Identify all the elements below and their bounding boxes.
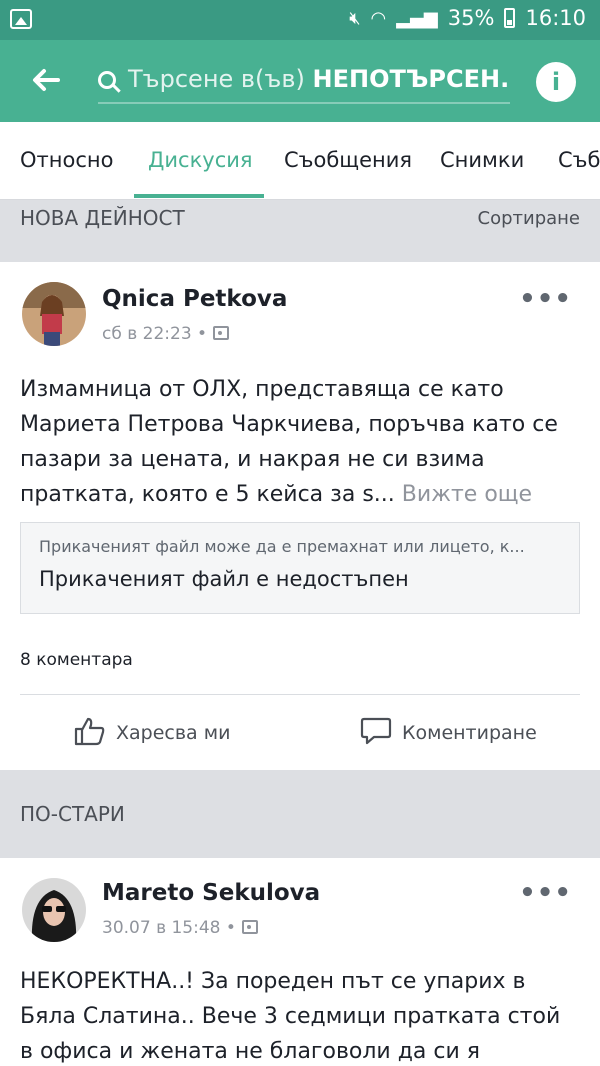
new-activity-header: НОВА ДЕЙНОСТ Сортиране [0, 200, 600, 262]
search-placeholder: Търсене в(ъв) [128, 65, 305, 93]
signal-icon: ▂▄▆ [396, 7, 438, 29]
group-audience-icon [241, 920, 258, 934]
see-more-link[interactable]: Вижте още [402, 482, 532, 507]
older-posts-title: ПО-СТАРИ [20, 802, 125, 826]
post-card: Qnica Petkova сб в 22:23 • ••• Измамница… [0, 262, 600, 770]
battery-percent: 35% [447, 6, 495, 30]
post-timestamp: сб в 22:23 • [102, 324, 230, 344]
divider [20, 694, 580, 695]
thumbs-up-icon [74, 716, 106, 751]
gallery-notification-icon [10, 9, 32, 29]
tab-photos[interactable]: Снимки [440, 148, 524, 172]
post-time: 30.07 в 15:48 • [102, 918, 236, 938]
post-text: НЕКОРЕКТНА..! За пореден път се упарих в… [20, 969, 561, 1064]
clock: 16:10 [525, 6, 586, 30]
search-group-name: НЕПОТЪРСЕН... [312, 65, 510, 93]
comment-button[interactable]: Коментиране [360, 716, 537, 751]
mute-icon: 🔇︎ [349, 7, 361, 29]
post-time: сб в 22:23 • [102, 324, 208, 344]
tab-messages[interactable]: Съобщения [284, 148, 412, 172]
post-timestamp: 30.07 в 15:48 • [102, 918, 258, 938]
avatar[interactable] [22, 878, 86, 942]
group-audience-icon [213, 326, 230, 340]
attachment-unavailable: Прикаченият файл може да е премахнат или… [20, 522, 580, 614]
older-posts-header: ПО-СТАРИ [0, 770, 600, 858]
status-bar: 🔇︎ ◠ ▂▄▆ 35% 16:10 [0, 0, 600, 40]
tab-about[interactable]: Относно [20, 148, 113, 172]
more-options-icon[interactable]: ••• [519, 878, 572, 908]
post-card: Mareto Sekulova 30.07 в 15:48 • ••• НЕКО… [0, 858, 600, 1066]
post-author[interactable]: Mareto Sekulova [102, 880, 320, 906]
back-arrow-icon[interactable] [28, 62, 64, 98]
more-options-icon[interactable]: ••• [519, 284, 572, 314]
comments-count[interactable]: 8 коментара [20, 650, 133, 670]
comment-icon [360, 716, 392, 751]
tab-events[interactable]: Съби [558, 148, 600, 172]
app-bar: Търсене в(ъв) НЕПОТЪРСЕН... i [0, 40, 600, 122]
post-body: НЕКОРЕКТНА..! За пореден път се упарих в… [20, 964, 580, 1066]
new-activity-title: НОВА ДЕЙНОСТ [20, 206, 185, 230]
status-indicators: 🔇︎ ◠ ▂▄▆ 35% 16:10 [349, 6, 586, 30]
search-icon [98, 71, 116, 89]
battery-icon [504, 8, 516, 28]
group-search-field[interactable]: Търсене в(ъв) НЕПОТЪРСЕН... [98, 58, 510, 104]
avatar[interactable] [22, 282, 86, 346]
tab-discussion[interactable]: Дискусия [148, 148, 253, 172]
wifi-icon: ◠ [370, 7, 387, 29]
info-icon[interactable]: i [536, 62, 576, 102]
attachment-title: Прикаченият файл е недостъпен [39, 567, 409, 591]
attachment-subtitle: Прикаченият файл може да е премахнат или… [39, 537, 525, 556]
like-button[interactable]: Харесва ми [74, 716, 230, 751]
sort-button[interactable]: Сортиране [478, 208, 581, 229]
comment-label: Коментиране [402, 722, 537, 744]
like-label: Харесва ми [116, 722, 231, 744]
group-tabs: Относно Дискусия Съобщения Снимки Съби [0, 122, 600, 200]
active-tab-indicator [134, 194, 264, 198]
post-author[interactable]: Qnica Petkova [102, 286, 287, 312]
post-body: Измамница от ОЛХ, представяща се като Ма… [20, 372, 580, 512]
